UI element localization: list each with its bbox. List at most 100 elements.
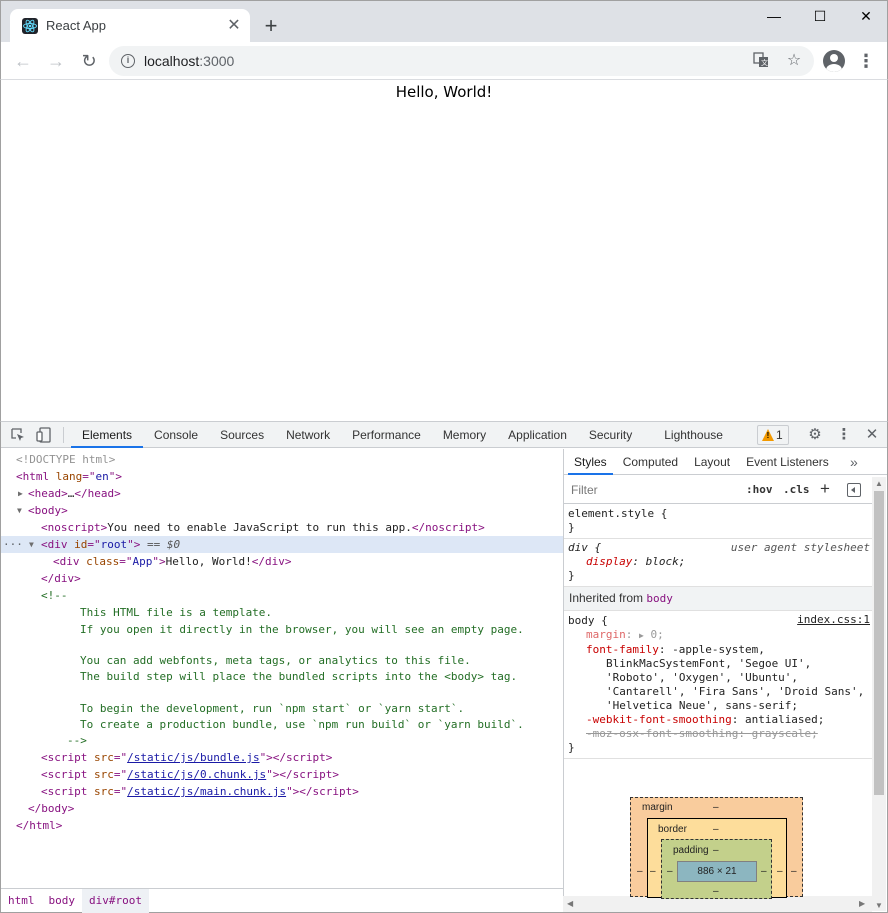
padding-label: padding	[673, 845, 709, 856]
body-node[interactable]: ▼ <body>	[1, 502, 563, 519]
close-window-icon[interactable]: ✕	[843, 1, 888, 31]
breadcrumb-div-root[interactable]: div#root	[82, 888, 149, 913]
font-family-val-continued: BlinkMacSystemFont, 'Segoe UI',	[606, 657, 812, 670]
scroll-thumb[interactable]	[874, 491, 884, 795]
font-family-val-continued: 'Helvetica Neue', sans-serif;	[606, 699, 799, 712]
script-node[interactable]: <script src="/static/js/bundle.js"></scr…	[1, 749, 563, 766]
script-src-link[interactable]: /static/js/0.chunk.js	[127, 768, 266, 781]
html-close[interactable]: </html>	[1, 817, 563, 834]
breadcrumb: html body div#root	[1, 888, 563, 913]
comment-open[interactable]: <!--	[1, 587, 563, 604]
more-tabs-chevron-icon[interactable]: »	[850, 453, 866, 471]
browser-menu-icon[interactable]: ⋮	[857, 50, 875, 72]
close-devtools-icon[interactable]: ✕	[863, 426, 881, 444]
comment-close[interactable]: -->	[1, 732, 563, 749]
settings-gear-icon[interactable]: ⚙	[806, 426, 824, 444]
doctype-node[interactable]: <!DOCTYPE html>	[1, 451, 563, 468]
tab-lighthouse[interactable]: Lighthouse	[643, 422, 734, 448]
hov-toggle[interactable]: :hov	[746, 483, 773, 496]
tab-memory[interactable]: Memory	[432, 422, 497, 448]
styles-filter-bar: :hov .cls +	[564, 476, 872, 504]
script-src-link[interactable]: /static/js/main.chunk.js	[127, 785, 286, 798]
address-bar[interactable]: i localhost:3000 文 ☆	[109, 46, 814, 76]
tab-application[interactable]: Application	[497, 422, 578, 448]
script-node[interactable]: <script src="/static/js/0.chunk.js"></sc…	[1, 766, 563, 783]
root-div-node[interactable]: ··· ▼ <div id="root"> == $0	[1, 536, 563, 553]
html-lang-value: en	[95, 470, 109, 483]
scroll-up-icon[interactable]: ▲	[875, 479, 883, 488]
script-src-link[interactable]: /static/js/bundle.js	[127, 751, 259, 764]
margin-declaration[interactable]: margin: ▶ 0;	[568, 628, 868, 643]
tab-layout[interactable]: Layout	[688, 449, 736, 475]
sidebar-scrollbar[interactable]: ▲ ▼	[872, 477, 886, 911]
html-node[interactable]: <html lang="en">	[1, 468, 563, 485]
tab-console[interactable]: Console	[143, 422, 209, 448]
info-icon[interactable]: i	[121, 54, 135, 68]
toggle-sidebar-icon[interactable]	[847, 483, 861, 497]
padding-bottom-value: –	[713, 886, 719, 897]
head-node[interactable]: ▶ <head>…</head>	[1, 485, 563, 502]
tab-sources[interactable]: Sources	[209, 422, 275, 448]
scroll-down-icon[interactable]: ▼	[875, 901, 883, 910]
breadcrumb-html[interactable]: html	[1, 889, 42, 913]
inspect-element-icon[interactable]	[10, 427, 26, 443]
body-close[interactable]: </body>	[1, 800, 563, 817]
expand-triangle-icon[interactable]: ▶	[18, 485, 23, 502]
tab-performance[interactable]: Performance	[341, 422, 432, 448]
script-node[interactable]: <script src="/static/js/main.chunk.js"><…	[1, 783, 563, 800]
tab-computed[interactable]: Computed	[617, 449, 684, 475]
element-style-rule[interactable]: element.style { }	[564, 505, 872, 539]
tab-network[interactable]: Network	[275, 422, 341, 448]
margin-val: 0;	[650, 628, 664, 641]
inherited-tag-link[interactable]: body	[646, 592, 673, 605]
url-text[interactable]: localhost:3000	[144, 53, 234, 69]
tab-event-listeners[interactable]: Event Listeners	[740, 449, 835, 475]
bookmark-star-icon[interactable]: ☆	[785, 52, 803, 70]
source-link[interactable]: index.css:1	[797, 613, 870, 626]
scroll-left-icon[interactable]: ◀	[567, 899, 573, 908]
new-style-rule-icon[interactable]: +	[820, 479, 830, 499]
inherited-label: Inherited from	[569, 591, 644, 605]
toolbar-divider	[63, 427, 64, 443]
root-div-close[interactable]: </div>	[1, 570, 563, 587]
url-port: :3000	[199, 53, 235, 69]
expand-triangle-icon[interactable]: ▶	[639, 631, 644, 640]
app-div-node[interactable]: <div class="App">Hello, World!</div>	[1, 553, 563, 570]
browser-toolbar: ← → ↻ i localhost:3000 文 ☆ ⋮	[0, 42, 888, 80]
breadcrumb-body[interactable]: body	[42, 889, 83, 913]
cls-toggle[interactable]: .cls	[783, 483, 810, 496]
smoothing-declaration[interactable]: -webkit-font-smoothing: antialiased;	[568, 713, 868, 727]
tab-security[interactable]: Security	[578, 422, 643, 448]
comment-line: You can add webfonts, meta tags, or anal…	[80, 654, 471, 667]
profile-avatar-icon[interactable]	[823, 50, 845, 72]
node-actions-icon[interactable]: ···	[3, 536, 23, 553]
comment-line: To begin the development, run `npm start…	[80, 702, 465, 715]
noscript-node[interactable]: <noscript>You need to enable JavaScript …	[1, 519, 563, 536]
close-tab-icon[interactable]: ✕	[224, 16, 244, 36]
ua-div-rule[interactable]: div { user agent stylesheet display: blo…	[564, 539, 872, 587]
body-rule[interactable]: body { index.css:1 margin: ▶ 0; font-fam…	[564, 611, 872, 759]
boxmodel-content[interactable]: 886 × 21	[677, 861, 757, 882]
reload-icon[interactable]: ↻	[77, 49, 101, 73]
devtools-menu-icon[interactable]: ⋮	[835, 426, 853, 444]
new-tab-icon[interactable]: +	[259, 15, 283, 39]
warning-count-badge[interactable]: 1	[757, 425, 789, 445]
tab-elements[interactable]: Elements	[71, 422, 144, 448]
osx-smoothing-declaration[interactable]: -moz-osx-font-smoothing: grayscale;	[568, 727, 868, 741]
styles-filter-input[interactable]	[568, 480, 736, 500]
comment-open-text: <!--	[41, 589, 68, 602]
font-family-declaration[interactable]: font-family: -apple-system,	[568, 643, 868, 657]
translate-icon[interactable]: 文	[752, 52, 770, 70]
browser-tab[interactable]: React App ✕	[10, 9, 250, 43]
maximize-icon[interactable]: ☐	[797, 1, 843, 31]
comment-line: The build step will place the bundled sc…	[80, 670, 518, 683]
collapse-triangle-icon[interactable]: ▼	[29, 536, 34, 553]
scroll-right-icon[interactable]: ▶	[859, 899, 865, 908]
collapse-triangle-icon[interactable]: ▼	[17, 502, 22, 519]
forward-icon[interactable]: →	[44, 49, 68, 73]
tab-styles[interactable]: Styles	[568, 449, 613, 475]
react-icon	[22, 18, 38, 34]
minimize-icon[interactable]: —	[751, 1, 797, 31]
back-icon[interactable]: ←	[11, 49, 35, 73]
device-toggle-icon[interactable]	[36, 427, 52, 443]
